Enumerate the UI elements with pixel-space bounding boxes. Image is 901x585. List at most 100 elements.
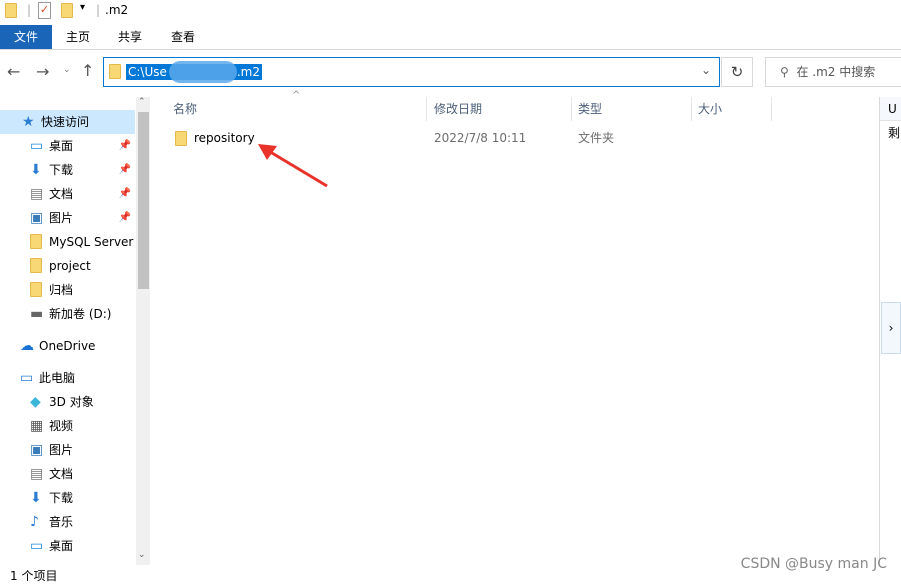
document-icon: ▤ <box>30 186 44 202</box>
address-suffix: .m2 <box>236 65 260 79</box>
sidebar-item-label: 桌面 <box>49 139 74 153</box>
new-folder-icon[interactable] <box>61 3 73 18</box>
tab-file[interactable]: 文件 <box>0 25 52 49</box>
forward-icon[interactable]: → <box>36 62 49 81</box>
sidebar-item[interactable]: ▭ 桌面 📌 <box>0 134 135 158</box>
download-icon: ⬇ <box>30 162 42 178</box>
sort-ascending-icon: ^ <box>292 90 301 101</box>
sidebar-item[interactable]: MySQL Server <box>0 230 135 254</box>
column-modified[interactable]: 修改日期 <box>434 97 482 121</box>
sidebar-item-label: 归档 <box>49 283 74 297</box>
pin-icon[interactable]: 📌 <box>119 134 131 158</box>
sidebar-item-label: 新加卷 (D:) <box>49 307 112 321</box>
column-type[interactable]: 类型 <box>578 97 602 121</box>
picture-icon: ▣ <box>30 442 44 458</box>
file-modified: 2022/7/8 10:11 <box>434 131 527 145</box>
divider: | <box>96 3 101 17</box>
pin-icon[interactable]: 📌 <box>119 206 131 230</box>
address-bar[interactable]: C:\Use .m2 ⌄ <box>103 57 720 87</box>
sidebar-item-label: 快速访问 <box>41 115 90 129</box>
sidebar-item[interactable]: ⬇ 下载 📌 <box>0 158 135 182</box>
sidebar-item[interactable]: 归档 <box>0 278 135 302</box>
sidebar-item[interactable]: ▣ 图片 📌 <box>0 206 135 230</box>
desktop-icon: ▭ <box>30 538 44 554</box>
sidebar-item[interactable]: ★ 快速访问 <box>0 110 135 134</box>
address-prefix: C:\Use <box>128 65 167 79</box>
column-name[interactable]: 名称 <box>173 97 197 121</box>
sidebar-item-label: MySQL Server <box>49 235 134 249</box>
sidebar-item-label: 下载 <box>49 163 74 177</box>
sidebar-item-label: 文档 <box>49 467 74 481</box>
annotation-arrow <box>258 144 328 188</box>
scrollbar-thumb[interactable] <box>138 112 149 289</box>
back-icon[interactable]: ← <box>7 62 20 81</box>
document-icon: ▤ <box>30 466 44 482</box>
sidebar-item-label: 下载 <box>49 491 74 505</box>
sidebar-item-label: 图片 <box>49 211 74 225</box>
recent-locations-icon[interactable]: ⌄ <box>63 65 71 75</box>
sidebar-item[interactable]: ♪ 音乐 <box>0 510 135 534</box>
sidebar-item[interactable]: ▭ 此电脑 <box>0 366 135 390</box>
folder-icon <box>30 258 46 273</box>
column-divider[interactable] <box>691 97 692 121</box>
refresh-button[interactable]: ↻ <box>721 57 753 87</box>
sidebar-item[interactable]: ☁ OneDrive <box>0 334 135 358</box>
column-divider[interactable] <box>426 97 427 121</box>
folder-icon <box>175 131 187 146</box>
sidebar-item[interactable]: ▭ 桌面 <box>0 534 135 558</box>
file-type: 文件夹 <box>578 131 615 145</box>
download-icon: ⬇ <box>30 490 42 506</box>
customize-toolbar-icon[interactable]: ▾ <box>80 2 85 13</box>
sidebar-item-label: 文档 <box>49 187 74 201</box>
sidebar-item[interactable]: ▤ 文档 <box>0 462 135 486</box>
tab-home[interactable]: 主页 <box>55 25 101 49</box>
video-icon: ▦ <box>30 418 44 434</box>
column-divider[interactable] <box>571 97 572 121</box>
drive-icon: ▬ <box>30 306 44 322</box>
window-title: .m2 <box>105 3 129 17</box>
details-panel: U盘 剩 › <box>879 97 901 565</box>
redacted-blur <box>169 61 237 83</box>
ribbon: 文件 主页 共享 查看 <box>0 25 901 50</box>
watermark: CSDN @Busy man JC <box>740 556 887 572</box>
pin-icon[interactable]: 📌 <box>119 158 131 182</box>
folder-icon <box>5 3 17 18</box>
sidebar-item-label: OneDrive <box>39 339 96 353</box>
sidebar-item[interactable]: ⬇ 下载 <box>0 486 135 510</box>
search-placeholder: 在 .m2 中搜索 <box>796 65 876 79</box>
music-icon: ♪ <box>30 514 39 530</box>
title-bar: | ✓ ▾ | .m2 <box>0 0 901 24</box>
chevron-down-icon[interactable]: ⌄ <box>701 63 711 77</box>
scroll-up-icon[interactable]: ⌃ <box>138 97 146 107</box>
sidebar-item-label: 桌面 <box>49 539 74 553</box>
expand-panel-button[interactable]: › <box>881 302 901 354</box>
sidebar-item[interactable]: ◆ 3D 对象 <box>0 390 135 414</box>
up-icon[interactable]: ↑ <box>81 61 94 80</box>
cube-icon: ◆ <box>30 394 41 410</box>
sidebar-item[interactable]: ▬ 新加卷 (D:) <box>0 302 135 326</box>
scroll-down-icon[interactable]: ⌄ <box>138 550 146 560</box>
folder-icon <box>30 282 46 297</box>
sidebar-item-label: 视频 <box>49 419 74 433</box>
search-input[interactable]: ⚲ 在 .m2 中搜索 <box>765 57 901 87</box>
sidebar-item-label: 此电脑 <box>39 371 76 385</box>
sidebar-item[interactable]: ▤ 文档 📌 <box>0 182 135 206</box>
folder-icon <box>109 64 121 79</box>
panel-title: U盘 <box>880 97 901 121</box>
sidebar-item-label: 3D 对象 <box>49 395 94 409</box>
pin-icon[interactable]: 📌 <box>119 182 131 206</box>
star-icon: ★ <box>22 114 35 130</box>
panel-text: 剩 <box>888 126 901 140</box>
properties-icon[interactable]: ✓ <box>38 2 51 19</box>
search-icon: ⚲ <box>780 65 789 79</box>
tab-view[interactable]: 查看 <box>160 25 206 49</box>
sidebar-item[interactable]: ▣ 图片 <box>0 438 135 462</box>
sidebar-item[interactable]: project <box>0 254 135 278</box>
sidebar-item-label: 图片 <box>49 443 74 457</box>
column-divider[interactable] <box>771 97 772 121</box>
sidebar-item[interactable]: ▦ 视频 <box>0 414 135 438</box>
column-size[interactable]: 大小 <box>698 97 722 121</box>
tab-share[interactable]: 共享 <box>107 25 153 49</box>
desktop-icon: ▭ <box>30 138 44 154</box>
folder-icon <box>30 234 46 249</box>
